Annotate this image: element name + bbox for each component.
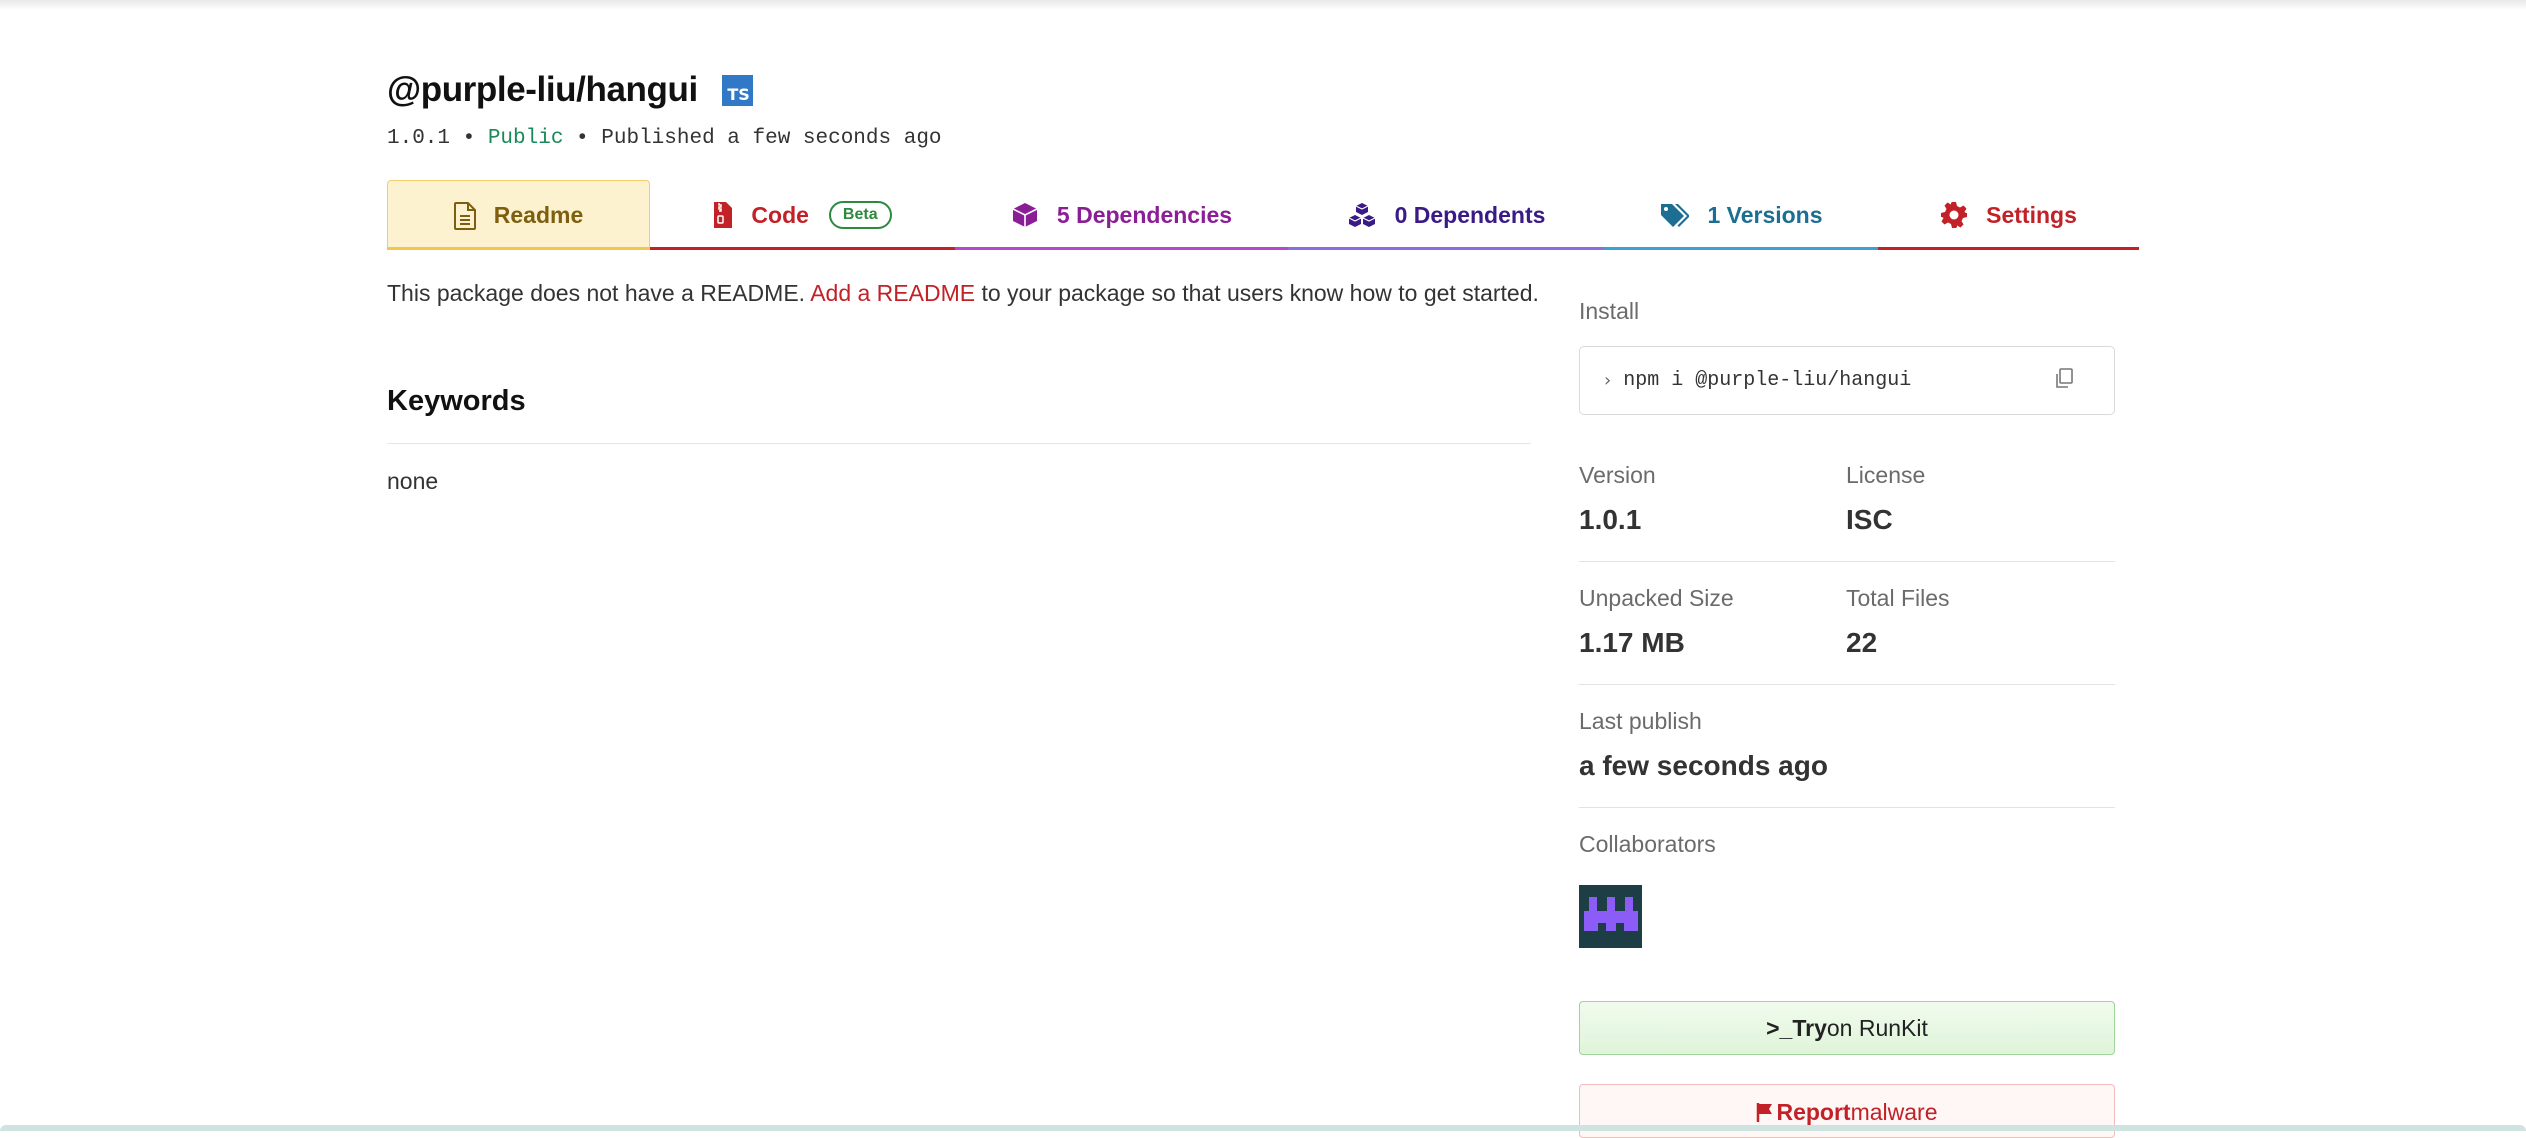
copy-icon[interactable] bbox=[2054, 368, 2074, 390]
last-publish-value: a few seconds ago bbox=[1579, 750, 1828, 781]
tab-code[interactable]: Code Beta bbox=[650, 180, 955, 250]
package-header: @purple-liu/hangui TS bbox=[387, 70, 753, 110]
visibility-label: Public bbox=[487, 127, 564, 150]
version-label: Version bbox=[1579, 462, 1656, 488]
note-prefix: This package does not have a README. bbox=[387, 280, 811, 306]
package-page: @purple-liu/hangui TS 1.0.1 • Public • P… bbox=[387, 0, 2139, 1138]
package-tabs: Readme Code Beta 5 Dependencies 0 Depend… bbox=[387, 180, 2139, 250]
install-command[interactable]: npm i @purple-liu/hangui bbox=[1623, 369, 1911, 392]
try-runkit-button[interactable]: >_ Try on RunKit bbox=[1579, 1001, 2115, 1055]
package-meta: 1.0.1 • Public • Published a few seconds… bbox=[387, 127, 942, 150]
tab-label: Settings bbox=[1986, 201, 2077, 228]
version-value: 1.0.1 bbox=[1579, 504, 1642, 535]
tab-label: Code bbox=[751, 201, 809, 228]
file-zip-icon bbox=[713, 201, 733, 229]
package-title: @purple-liu/hangui bbox=[387, 70, 698, 109]
meta-separator: • bbox=[450, 127, 488, 150]
tags-icon bbox=[1659, 202, 1690, 228]
beta-badge: Beta bbox=[828, 201, 892, 229]
bottom-bar bbox=[0, 1125, 2526, 1131]
divider bbox=[1579, 684, 2115, 685]
unpacked-size-label: Unpacked Size bbox=[1579, 585, 1734, 611]
divider bbox=[1579, 807, 2115, 808]
install-command-box[interactable]: › npm i @purple-liu/hangui bbox=[1579, 346, 2115, 415]
gear-icon bbox=[1940, 201, 1968, 229]
keywords-value: none bbox=[387, 468, 439, 494]
tab-label: 5 Dependencies bbox=[1056, 201, 1233, 228]
box-icon bbox=[1011, 201, 1039, 229]
add-readme-link[interactable]: Add a README bbox=[810, 280, 975, 306]
typescript-icon[interactable]: TS bbox=[721, 74, 753, 106]
total-files-value: 22 bbox=[1846, 627, 1878, 658]
divider bbox=[1579, 561, 2115, 562]
total-files-label: Total Files bbox=[1846, 585, 1950, 611]
license-value: ISC bbox=[1846, 504, 1893, 535]
license-label: License bbox=[1846, 462, 1926, 488]
boxes-icon bbox=[1347, 201, 1377, 229]
tab-dependencies[interactable]: 5 Dependencies bbox=[955, 180, 1288, 250]
note-suffix: to your package so that users know how t… bbox=[975, 280, 1539, 306]
meta-separator: • bbox=[563, 127, 602, 150]
published-time: Published a few seconds ago bbox=[601, 127, 942, 150]
tab-label: 0 Dependents bbox=[1394, 201, 1546, 228]
report-strong: Report bbox=[1776, 1099, 1851, 1125]
chevron-right-icon: › bbox=[1604, 370, 1612, 391]
readme-missing-note: This package does not have a README. Add… bbox=[387, 280, 1539, 307]
avatar[interactable] bbox=[1579, 885, 1642, 948]
tab-label: 1 Versions bbox=[1707, 201, 1823, 228]
runkit-rest: on RunKit bbox=[1826, 1014, 1928, 1041]
install-label: Install bbox=[1579, 298, 1640, 324]
package-version: 1.0.1 bbox=[387, 127, 451, 150]
tab-versions[interactable]: 1 Versions bbox=[1604, 180, 1878, 250]
collaborators-label: Collaborators bbox=[1579, 831, 1716, 857]
keywords-heading: Keywords bbox=[387, 385, 526, 417]
runkit-strong: Try bbox=[1792, 1014, 1827, 1041]
flag-icon bbox=[1756, 1102, 1774, 1122]
last-publish-label: Last publish bbox=[1579, 708, 1702, 734]
document-icon bbox=[453, 201, 476, 230]
identicon-icon bbox=[1583, 896, 1638, 931]
tab-label: Readme bbox=[493, 202, 584, 228]
report-rest: malware bbox=[1850, 1099, 1938, 1125]
tab-dependents[interactable]: 0 Dependents bbox=[1288, 180, 1604, 250]
tab-settings[interactable]: Settings bbox=[1878, 180, 2139, 250]
terminal-icon: >_ bbox=[1766, 1014, 1793, 1041]
divider bbox=[387, 443, 1531, 444]
tab-readme[interactable]: Readme bbox=[387, 180, 650, 250]
unpacked-size-value: 1.17 MB bbox=[1579, 627, 1685, 658]
